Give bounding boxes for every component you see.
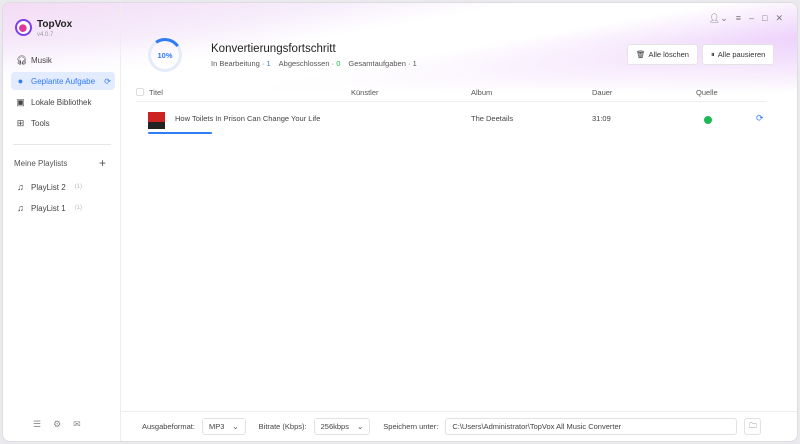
save-label: Speichern unter: <box>383 422 439 431</box>
menu-icon[interactable]: ≡ <box>736 13 741 24</box>
col-duration: Dauer <box>592 88 613 97</box>
sidebar-item-tools[interactable]: ⊞ Tools <box>11 114 115 132</box>
sidebar-item-label: Lokale Bibliothek <box>31 97 92 107</box>
progress-ring: 10% <box>148 38 182 72</box>
download-icon: ● <box>17 76 24 86</box>
col-title: Titel <box>149 88 163 97</box>
add-playlist-icon[interactable]: + <box>99 157 106 169</box>
app-version: v4.0.7 <box>37 32 54 38</box>
chevron-down-icon: ⌄ <box>232 422 239 431</box>
bitrate-label: Bitrate (Kbps): <box>258 422 307 431</box>
in-progress-count: 1 <box>266 59 271 68</box>
app-logo: TopVox v4.0.7 <box>15 19 72 38</box>
folder-icon: 🗀 <box>749 421 757 430</box>
sidebar-item-label: Musik <box>31 55 52 65</box>
select-all-checkbox[interactable] <box>136 88 144 96</box>
maximize-icon[interactable]: □ <box>762 13 767 24</box>
track-title: How Toilets In Prison Can Change Your Li… <box>175 114 321 123</box>
grid-icon: ⊞ <box>16 117 25 128</box>
table-row[interactable]: How Toilets In Prison Can Change Your Li… <box>136 109 767 135</box>
playlist-icon: ♫ <box>17 203 24 213</box>
app-window: TopVox v4.0.7 🎧︎ Musik ● Geplante Aufgabe ⟳ … <box>2 2 798 442</box>
pause-icon: ⏸︎ <box>711 49 715 59</box>
pause-all-button[interactable]: ⏸︎ Alle pausieren <box>702 44 775 65</box>
format-label: Ausgabeformat: <box>142 422 195 431</box>
progress-percent: 10% <box>157 50 173 60</box>
table-header: Titel Künstler Album Dauer Quelle <box>136 83 767 102</box>
sidebar-item-geplante-aufgabe[interactable]: ● Geplante Aufgabe ⟳ <box>11 72 115 90</box>
progress-title: Konvertierungsfortschritt <box>211 43 336 55</box>
sidebar-item-lokale-bibliothek[interactable]: ▣ Lokale Bibliothek <box>11 93 115 111</box>
playlist-label: PlayList 1 <box>31 203 66 213</box>
user-icon[interactable]: 👤︎⌄ <box>709 13 728 24</box>
settings-icon[interactable]: ⚙ <box>53 419 61 430</box>
track-progress-bar <box>148 132 212 134</box>
playlist-icon: ♫ <box>17 182 24 192</box>
bitrate-value: 256kbps <box>320 422 349 431</box>
track-album: The Deetails <box>471 114 514 123</box>
minimize-icon[interactable]: – <box>749 13 754 24</box>
done-count: 0 <box>336 59 341 68</box>
playlist-item[interactable]: ♫ PlayList 2 (1) <box>11 178 115 196</box>
track-duration: 31:09 <box>592 114 611 123</box>
clear-all-button[interactable]: 🗑︎ Alle löschen <box>627 44 698 65</box>
library-icon: ▣ <box>16 96 25 107</box>
output-path: C:\Users\Administrator\TopVox All Music … <box>452 422 622 431</box>
pause-all-label: Alle pausieren <box>717 50 766 59</box>
playlist-count: (1) <box>74 184 83 190</box>
footer-bar: Ausgabeformat: MP3 ⌄ Bitrate (Kbps): 256k… <box>122 411 797 441</box>
progress-stats: In Bearbeitung · 1 Abgeschlossen · 0 Gesam… <box>211 59 417 68</box>
mail-icon[interactable]: ✉ <box>73 419 81 430</box>
playlists-title: Meine Playlists <box>14 159 68 168</box>
playlists-header: Meine Playlists + <box>14 157 106 169</box>
output-path-input[interactable]: C:\Users\Administrator\TopVox All Music … <box>445 418 738 435</box>
close-icon[interactable]: ✕ <box>775 13 783 24</box>
playlist-count: (1) <box>74 205 83 211</box>
playlist-item[interactable]: ♫ PlayList 1 (1) <box>11 199 115 217</box>
main-panel: 👤︎⌄ ≡ – □ ✕ 10% Konvertierungsfortschritt In… <box>122 3 797 441</box>
col-source: Quelle <box>696 88 718 97</box>
bitrate-select[interactable]: 256kbps ⌄ <box>313 418 371 435</box>
in-progress-label: In Bearbeitung · <box>211 59 265 68</box>
chevron-down-icon: ⌄ <box>356 422 364 431</box>
browse-folder-button[interactable]: 🗀 <box>744 418 762 435</box>
col-artist: Künstler <box>351 88 379 97</box>
format-value: MP3 <box>208 422 225 431</box>
logo-icon <box>15 19 32 36</box>
spotify-icon <box>704 116 712 124</box>
done-label: Abgeschlossen · <box>278 59 335 68</box>
clear-all-label: Alle löschen <box>648 50 689 59</box>
converting-icon: ⟳ <box>756 113 764 123</box>
album-art <box>148 112 165 129</box>
col-album: Album <box>471 88 493 97</box>
collapse-icon[interactable]: ☰ <box>33 419 41 430</box>
sidebar-item-label: Geplante Aufgabe <box>31 76 96 86</box>
sidebar-item-musik[interactable]: 🎧︎ Musik <box>11 51 115 69</box>
sync-icon: ⟳ <box>104 76 111 86</box>
sidebar-item-label: Tools <box>31 118 50 128</box>
headphones-icon: 🎧︎ <box>16 54 28 65</box>
sidebar: TopVox v4.0.7 🎧︎ Musik ● Geplante Aufgabe ⟳ … <box>3 3 121 441</box>
format-select[interactable]: MP3 ⌄ <box>201 418 246 435</box>
app-name: TopVox <box>37 19 73 30</box>
trash-icon: 🗑︎ <box>636 50 646 59</box>
playlist-label: PlayList 2 <box>31 182 66 192</box>
divider <box>13 144 111 145</box>
total-label: Gesamtaufgaben · 1 <box>348 59 417 68</box>
